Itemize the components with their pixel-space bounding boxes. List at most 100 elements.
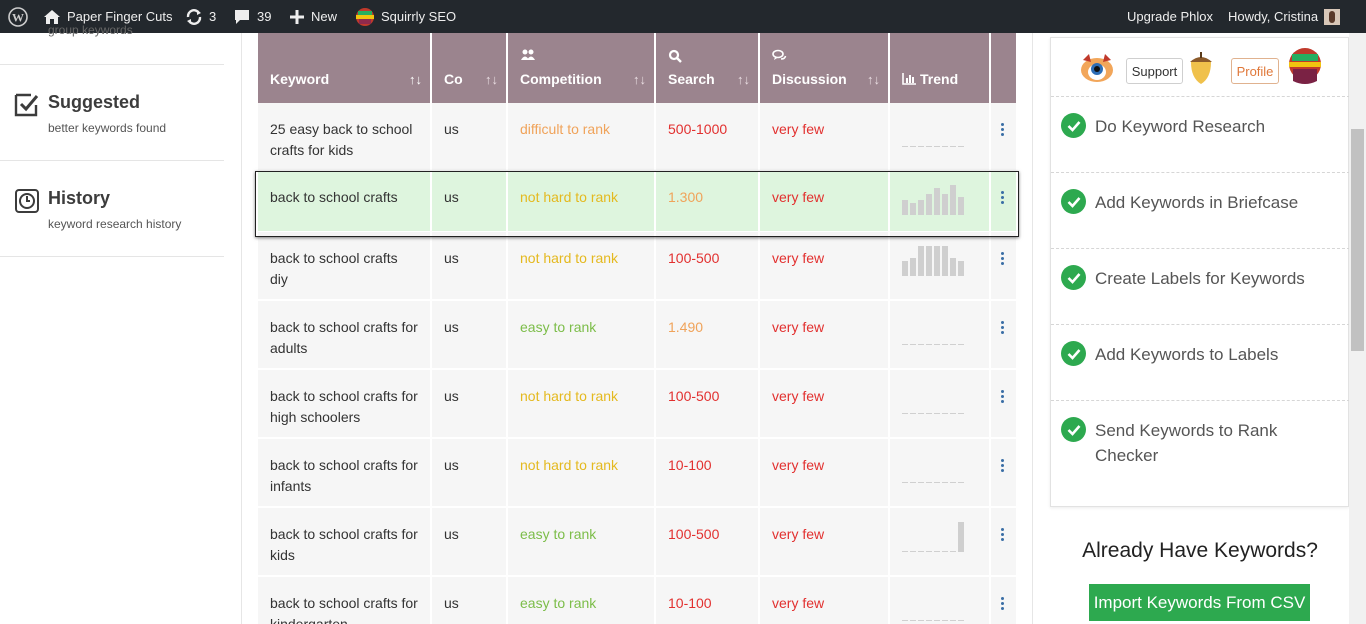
table-row[interactable]: back to school crafts for kids us easy to … [258, 508, 1016, 575]
wordpress-logo-icon[interactable]: W [8, 0, 28, 33]
discussion-cell: very few [772, 595, 825, 611]
sort-icon[interactable]: ↑↓ [409, 72, 422, 87]
trend-bar [934, 146, 940, 147]
column-separator [506, 577, 508, 624]
scrollbar-thumb[interactable] [1351, 129, 1364, 351]
column-separator [654, 301, 656, 368]
trend-bar [926, 551, 932, 552]
table-row[interactable]: back to school crafts for high schoolers… [258, 370, 1016, 437]
column-separator [654, 439, 656, 506]
column-separator [506, 508, 508, 575]
table-row[interactable]: back to school crafts for infants us not h… [258, 439, 1016, 506]
sidebar-item-subtitle: better keywords found [48, 121, 167, 135]
trend-bar [958, 522, 964, 552]
column-separator [758, 232, 760, 299]
row-menu-icon[interactable] [1001, 459, 1005, 474]
column-header-discussion[interactable]: Discussion ↑↓ [760, 33, 888, 103]
competition-cell: not hard to rank [520, 457, 619, 473]
column-separator [654, 103, 656, 170]
sort-icon[interactable]: ↑↓ [737, 72, 750, 87]
plus-icon [289, 9, 305, 25]
trend-bar [926, 482, 932, 483]
sort-icon[interactable]: ↑↓ [485, 72, 498, 87]
column-separator [888, 301, 890, 368]
discussion-cell: very few [772, 457, 825, 473]
keyword-cell: back to school crafts for kindergarten [270, 595, 418, 624]
trend-bar [942, 344, 948, 345]
partial-menu-item[interactable] [0, 33, 224, 65]
sort-icon[interactable]: ↑↓ [867, 72, 880, 87]
column-header-label: Trend [920, 71, 959, 87]
column-header-competition[interactable]: Competition ↑↓ [508, 33, 654, 103]
user-account-link[interactable]: Howdy, Cristina [1228, 0, 1341, 33]
trend-bar [910, 482, 916, 483]
row-menu-icon[interactable] [1001, 252, 1005, 267]
table-row[interactable]: 25 easy back to school crafts for kids us… [258, 103, 1016, 170]
trend-bar [942, 246, 948, 276]
sidebar-item-history[interactable]: History keyword research history [0, 161, 224, 257]
table-row[interactable]: back to school crafts for kindergarten us… [258, 577, 1016, 624]
updates-link[interactable]: 3 [185, 0, 216, 33]
column-header-trend-label: Trend [902, 71, 958, 87]
column-separator [989, 439, 991, 506]
column-separator [758, 508, 760, 575]
task-item[interactable]: Create Labels for Keywords [1051, 248, 1350, 324]
support-button[interactable]: Support [1126, 58, 1183, 84]
trend-chart [902, 344, 964, 345]
support-label: Support [1131, 63, 1178, 79]
trend-chart [902, 246, 964, 276]
row-menu-icon[interactable] [1001, 528, 1005, 543]
row-menu-icon[interactable] [1001, 321, 1005, 336]
squirrly-logo-icon [355, 7, 375, 27]
column-header-keyword[interactable]: Keyword ↑↓ [258, 33, 430, 103]
squirrly-seo-link[interactable]: Squirrly SEO [355, 0, 456, 33]
column-separator [888, 370, 890, 437]
trend-chart [902, 620, 964, 621]
column-header-search[interactable]: Search ↑↓ [656, 33, 758, 103]
column-separator [888, 577, 890, 624]
upgrade-label: Upgrade Phlox [1127, 9, 1213, 24]
task-item[interactable]: Send Keywords to Rank Checker [1051, 400, 1350, 508]
home-icon [43, 9, 61, 25]
acorn-icon [1187, 50, 1215, 91]
sidebar-item-suggested[interactable]: Suggested better keywords found [0, 65, 224, 161]
table-header: Keyword ↑↓ Co ↑↓ Competition ↑↓ Search ↑… [258, 33, 1016, 103]
search-volume-cell: 10-100 [668, 595, 712, 611]
trend-bar [918, 620, 924, 621]
table-row[interactable]: back to school crafts for adults us easy t… [258, 301, 1016, 368]
keyword-cell: back to school crafts for high schoolers [270, 388, 418, 425]
upgrade-link[interactable]: Upgrade Phlox [1127, 0, 1213, 33]
column-separator [989, 232, 991, 299]
import-csv-button[interactable]: Import Keywords From CSV [1089, 584, 1310, 621]
column-separator [506, 301, 508, 368]
table-row[interactable]: back to school crafts diy us not hard to r… [258, 232, 1016, 299]
trend-bar [926, 246, 932, 276]
row-menu-icon[interactable] [1001, 597, 1005, 612]
search-volume-cell: 500-1000 [668, 121, 728, 137]
comments-link[interactable]: 39 [233, 0, 271, 33]
users-icon [520, 49, 536, 66]
trend-bar [902, 551, 908, 552]
competition-cell: not hard to rank [520, 388, 619, 404]
row-menu-icon[interactable] [1001, 390, 1005, 405]
row-menu-icon[interactable] [1001, 123, 1005, 138]
new-content-link[interactable]: New [289, 0, 337, 33]
trend-chart [902, 413, 964, 414]
sort-icon[interactable]: ↑↓ [633, 72, 646, 87]
profile-button[interactable]: Profile [1231, 58, 1279, 84]
trend-chart [902, 522, 964, 552]
keyword-cell: 25 easy back to school crafts for kids [270, 121, 413, 158]
squirrly-avatar-icon [1287, 47, 1323, 90]
task-item[interactable]: Add Keywords in Briefcase [1051, 172, 1350, 248]
country-cell: us [444, 457, 459, 473]
column-header-country[interactable]: Co ↑↓ [432, 33, 506, 103]
import-csv-label: Import Keywords From CSV [1093, 592, 1306, 612]
competition-cell: not hard to rank [520, 250, 619, 266]
trend-bar [910, 344, 916, 345]
trend-bar [950, 482, 956, 483]
check-circle-icon [1061, 341, 1086, 366]
task-item[interactable]: Add Keywords to Labels [1051, 324, 1350, 400]
scrollbar[interactable] [1349, 33, 1366, 624]
task-item[interactable]: Do Keyword Research [1051, 96, 1350, 172]
trend-bar [902, 482, 908, 483]
